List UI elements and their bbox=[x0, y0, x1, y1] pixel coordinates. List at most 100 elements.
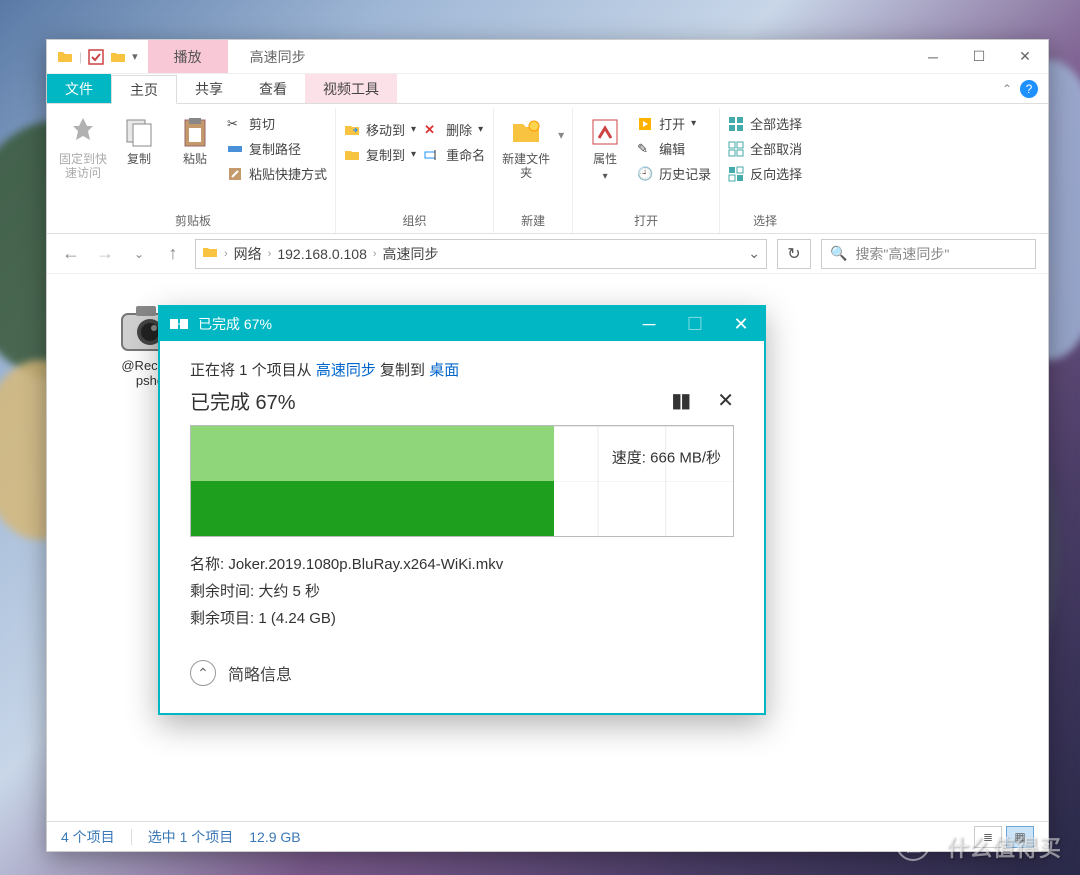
new-folder-button[interactable]: 新建文件夹 bbox=[502, 110, 550, 180]
tab-home[interactable]: 主页 bbox=[111, 75, 177, 104]
breadcrumb-host[interactable]: 192.168.0.108 bbox=[277, 246, 367, 262]
pin-label: 固定到快速访问 bbox=[59, 152, 107, 180]
breadcrumb-folder[interactable]: 高速同步 bbox=[383, 244, 439, 264]
chevron-right-icon[interactable]: › bbox=[224, 248, 228, 260]
watermark-badge: 值 bbox=[896, 827, 930, 861]
search-icon: 🔍 bbox=[830, 245, 847, 262]
selection-count: 选中 1 个项目 bbox=[148, 827, 234, 847]
contextual-tab-label: 播放 bbox=[174, 47, 202, 67]
ribbon: 固定到快速访问 复制 粘贴 ✂剪切 复制路径 粘贴快捷方式 剪贴板 bbox=[47, 104, 1048, 234]
copy-path-button[interactable]: 复制路径 bbox=[227, 139, 301, 158]
source-link[interactable]: 高速同步 bbox=[316, 362, 376, 379]
delete-button[interactable]: ✕删除 ▾ bbox=[424, 120, 483, 139]
refresh-button[interactable]: ↻ bbox=[777, 239, 811, 269]
chevron-right-icon[interactable]: › bbox=[373, 248, 377, 260]
ribbon-group-open: 属性 ▾ 打开 ▾ ✎编辑 🕘历史记录 打开 bbox=[573, 108, 720, 233]
contextual-tab-play[interactable]: 播放 bbox=[148, 40, 228, 73]
edit-button[interactable]: ✎编辑 bbox=[637, 139, 685, 158]
history-icon: 🕘 bbox=[637, 166, 653, 182]
back-button[interactable]: ← bbox=[59, 242, 83, 266]
qat-dropdown-icon[interactable]: ▾ bbox=[132, 50, 138, 63]
forward-button[interactable]: → bbox=[93, 242, 117, 266]
chevron-down-icon: ▾ bbox=[411, 149, 416, 160]
select-none-button[interactable]: 全部取消 bbox=[728, 139, 802, 158]
copy-progress-icon bbox=[170, 317, 188, 331]
tab-share[interactable]: 共享 bbox=[177, 74, 241, 103]
tab-video-tools[interactable]: 视频工具 bbox=[305, 74, 397, 103]
chevron-down-icon: ▾ bbox=[603, 170, 608, 184]
paste-button[interactable]: 粘贴 bbox=[171, 110, 219, 166]
collapse-ribbon-icon[interactable]: ⌃ bbox=[1002, 82, 1012, 96]
minimize-button[interactable]: ─ bbox=[910, 40, 956, 73]
up-button[interactable]: ↑ bbox=[161, 242, 185, 266]
cancel-button[interactable]: ✕ bbox=[717, 388, 734, 413]
cut-button[interactable]: ✂剪切 bbox=[227, 114, 275, 133]
paste-icon bbox=[179, 116, 211, 148]
select-all-button[interactable]: 全部选择 bbox=[728, 114, 802, 133]
dialog-title: 已完成 67% bbox=[198, 314, 626, 334]
recent-locations-icon[interactable]: ⌄ bbox=[127, 242, 151, 266]
invert-selection-button[interactable]: 反向选择 bbox=[728, 164, 802, 183]
maximize-button[interactable]: ☐ bbox=[956, 40, 1002, 73]
scissors-icon: ✂ bbox=[227, 116, 243, 132]
dialog-close-button[interactable]: ✕ bbox=[718, 307, 764, 341]
chevron-right-icon[interactable]: › bbox=[268, 248, 272, 260]
chevron-down-icon: ▾ bbox=[478, 124, 483, 135]
invert-icon bbox=[728, 166, 744, 182]
move-to-button[interactable]: 移动到 ▾ bbox=[344, 120, 416, 139]
ribbon-group-organize: 移动到 ▾ 复制到 ▾ ✕删除 ▾ 重命名 组织 bbox=[336, 108, 494, 233]
ribbon-group-select: 全部选择 全部取消 反向选择 选择 bbox=[720, 108, 810, 233]
copy-label: 复制 bbox=[127, 152, 151, 166]
search-placeholder: 搜索"高速同步" bbox=[855, 244, 949, 264]
copy-icon bbox=[123, 116, 155, 148]
details-toggle[interactable]: ⌃ 简略信息 bbox=[190, 660, 734, 686]
transfer-details: 名称: Joker.2019.1080p.BluRay.x264-WiKi.mk… bbox=[190, 551, 734, 632]
window-title: 高速同步 bbox=[228, 40, 910, 73]
search-input[interactable]: 🔍 搜索"高速同步" bbox=[821, 239, 1036, 269]
copying-text: 正在将 1 个项目从 高速同步 复制到 桌面 bbox=[190, 359, 734, 380]
address-bar[interactable]: › 网络 › 192.168.0.108 › 高速同步 ⌄ bbox=[195, 239, 767, 269]
address-dropdown-icon[interactable]: ⌄ bbox=[748, 245, 760, 262]
properties-button[interactable]: 属性 ▾ bbox=[581, 110, 629, 184]
dialog-maximize-button[interactable]: ☐ bbox=[672, 307, 718, 341]
copy-button[interactable]: 复制 bbox=[115, 110, 163, 166]
tab-file[interactable]: 文件 bbox=[47, 74, 111, 103]
tab-view[interactable]: 查看 bbox=[241, 74, 305, 103]
help-icon[interactable]: ? bbox=[1020, 80, 1038, 98]
folder-icon bbox=[57, 49, 73, 65]
new-folder-label: 新建文件夹 bbox=[502, 152, 550, 180]
watermark-text: 什么值得买 bbox=[947, 831, 1062, 863]
new-folder-icon bbox=[510, 116, 542, 148]
delete-icon: ✕ bbox=[424, 122, 440, 138]
ribbon-group-new: 新建文件夹 ▾ 新建 bbox=[494, 108, 573, 233]
group-clipboard-label: 剪贴板 bbox=[175, 210, 211, 233]
paste-shortcut-button[interactable]: 粘贴快捷方式 bbox=[227, 164, 327, 183]
open-button[interactable]: 打开 ▾ bbox=[637, 114, 696, 133]
dialog-minimize-button[interactable]: ─ bbox=[626, 307, 672, 341]
paste-label: 粘贴 bbox=[183, 152, 207, 166]
rename-icon bbox=[424, 147, 440, 163]
item-count: 4 个项目 bbox=[61, 827, 115, 847]
details-toggle-label: 简略信息 bbox=[228, 661, 292, 685]
new-item-dropdown-icon[interactable]: ▾ bbox=[558, 128, 564, 142]
move-icon bbox=[344, 122, 360, 138]
destination-link[interactable]: 桌面 bbox=[429, 362, 459, 379]
pin-to-quick-access-button[interactable]: 固定到快速访问 bbox=[59, 110, 107, 180]
rename-button[interactable]: 重命名 bbox=[424, 145, 485, 164]
selection-size: 12.9 GB bbox=[249, 829, 300, 845]
copy-to-icon bbox=[344, 147, 360, 163]
group-new-label: 新建 bbox=[521, 210, 545, 233]
select-none-icon bbox=[728, 141, 744, 157]
close-button[interactable]: ✕ bbox=[1002, 40, 1048, 73]
chevron-up-icon: ⌃ bbox=[190, 660, 216, 686]
breadcrumb-root[interactable]: 网络 bbox=[234, 244, 262, 264]
ribbon-tabs: 文件 主页 共享 查看 视频工具 ⌃ ? bbox=[47, 74, 1048, 104]
history-button[interactable]: 🕘历史记录 bbox=[637, 164, 711, 183]
checkbox-icon[interactable] bbox=[88, 49, 104, 65]
copy-to-button[interactable]: 复制到 ▾ bbox=[344, 145, 416, 164]
dialog-titlebar[interactable]: 已完成 67% ─ ☐ ✕ bbox=[160, 307, 764, 341]
folder-small-icon[interactable] bbox=[110, 49, 126, 65]
pause-button[interactable]: ▮▮ bbox=[671, 388, 689, 413]
status-separator bbox=[131, 829, 132, 845]
speed-label: 速度: 666 MB/秒 bbox=[612, 446, 721, 467]
